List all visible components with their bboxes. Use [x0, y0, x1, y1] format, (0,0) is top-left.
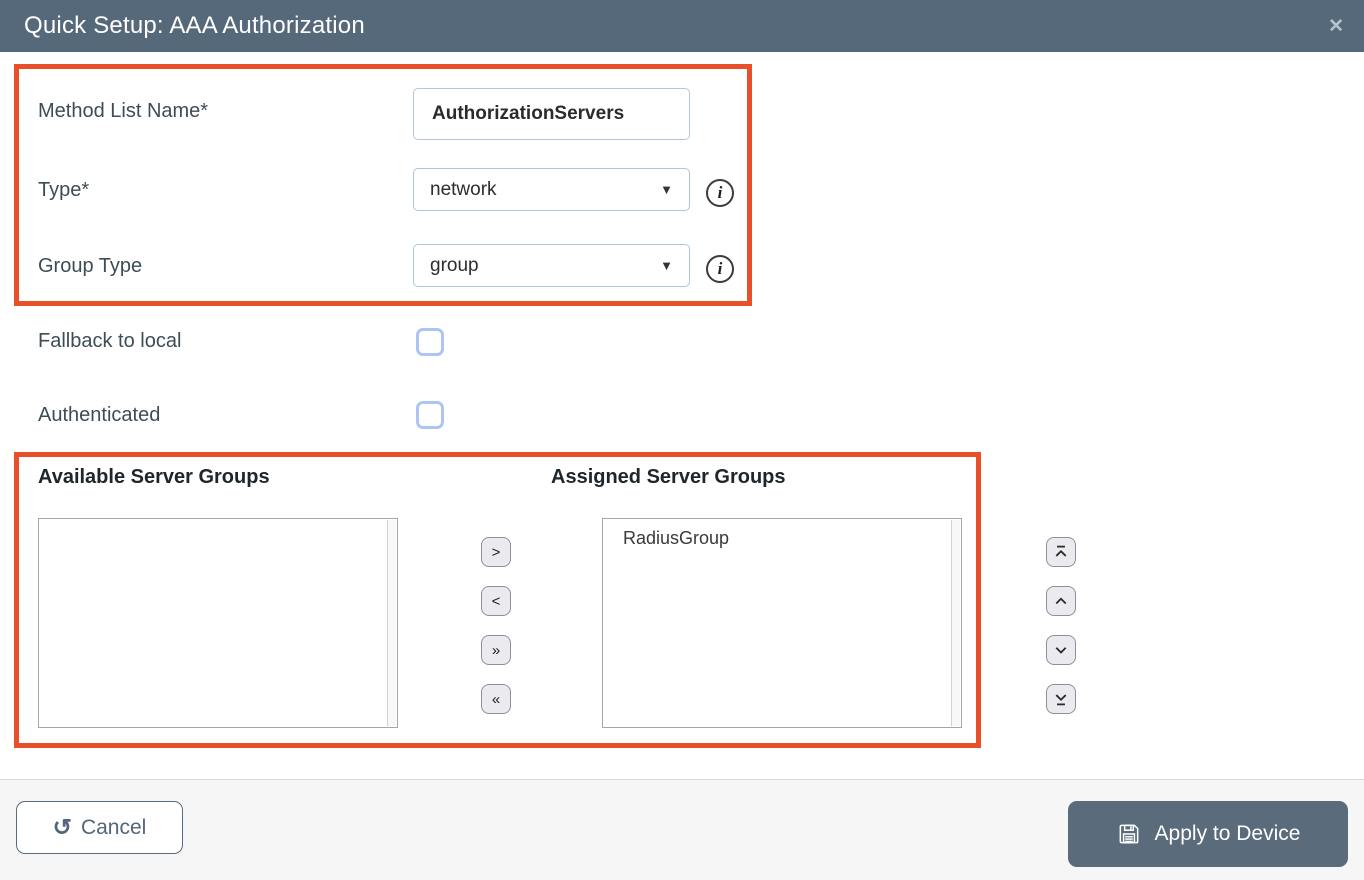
group-type-info-icon[interactable]: i [706, 255, 734, 283]
move-left-button[interactable]: < [481, 586, 511, 616]
cancel-button-label: Cancel [80, 815, 147, 839]
available-server-groups-label: Available Server Groups [38, 466, 270, 488]
move-down-icon [1055, 647, 1067, 654]
move-all-left-button[interactable]: « [481, 684, 511, 714]
close-icon[interactable]: ✕ [1328, 17, 1344, 36]
dialog-header: Quick Setup: AAA Authorization ✕ [0, 0, 1364, 52]
method-list-name-label: Method List Name* [38, 100, 209, 122]
chevron-down-icon: ▼ [660, 258, 673, 273]
move-to-top-icon [1055, 545, 1067, 557]
authenticated-checkbox[interactable] [416, 401, 444, 429]
dialog-footer: ↺ Cancel Apply to Device [0, 779, 1364, 880]
move-down-button[interactable] [1046, 635, 1076, 665]
fallback-to-local-label: Fallback to local [38, 330, 182, 352]
move-up-button[interactable] [1046, 586, 1076, 616]
move-right-button[interactable]: > [481, 537, 511, 567]
type-label: Type* [38, 179, 90, 201]
apply-button-label: Apply to Device [1154, 822, 1301, 845]
chevron-down-icon: ▼ [660, 182, 673, 197]
apply-to-device-button[interactable]: Apply to Device [1068, 801, 1348, 867]
move-to-top-button[interactable] [1046, 537, 1076, 567]
move-all-right-button[interactable]: » [481, 635, 511, 665]
list-item[interactable]: RadiusGroup [603, 519, 961, 549]
save-icon [1119, 824, 1138, 844]
authenticated-label: Authenticated [38, 404, 161, 426]
dialog-title: Quick Setup: AAA Authorization [24, 12, 365, 39]
type-select[interactable]: network ▼ [413, 168, 690, 211]
move-to-bottom-icon [1055, 694, 1067, 706]
type-info-icon[interactable]: i [706, 179, 734, 207]
cancel-button[interactable]: ↺ Cancel [16, 801, 183, 854]
type-select-value: network [430, 178, 497, 200]
move-up-icon [1055, 597, 1067, 605]
group-type-label: Group Type [38, 255, 143, 277]
group-type-select-value: group [430, 254, 479, 276]
method-list-name-input[interactable] [413, 88, 690, 140]
scrollbar[interactable] [387, 520, 396, 726]
fallback-to-local-checkbox[interactable] [416, 328, 444, 356]
available-server-groups-list[interactable] [38, 518, 398, 728]
group-type-select[interactable]: group ▼ [413, 244, 690, 287]
undo-icon: ↺ [52, 814, 72, 840]
assigned-server-groups-list[interactable]: RadiusGroup [602, 518, 962, 728]
scrollbar[interactable] [951, 520, 960, 726]
assigned-server-groups-label: Assigned Server Groups [551, 466, 786, 488]
move-to-bottom-button[interactable] [1046, 684, 1076, 714]
quick-setup-dialog: Quick Setup: AAA Authorization ✕ Method … [0, 0, 1364, 880]
